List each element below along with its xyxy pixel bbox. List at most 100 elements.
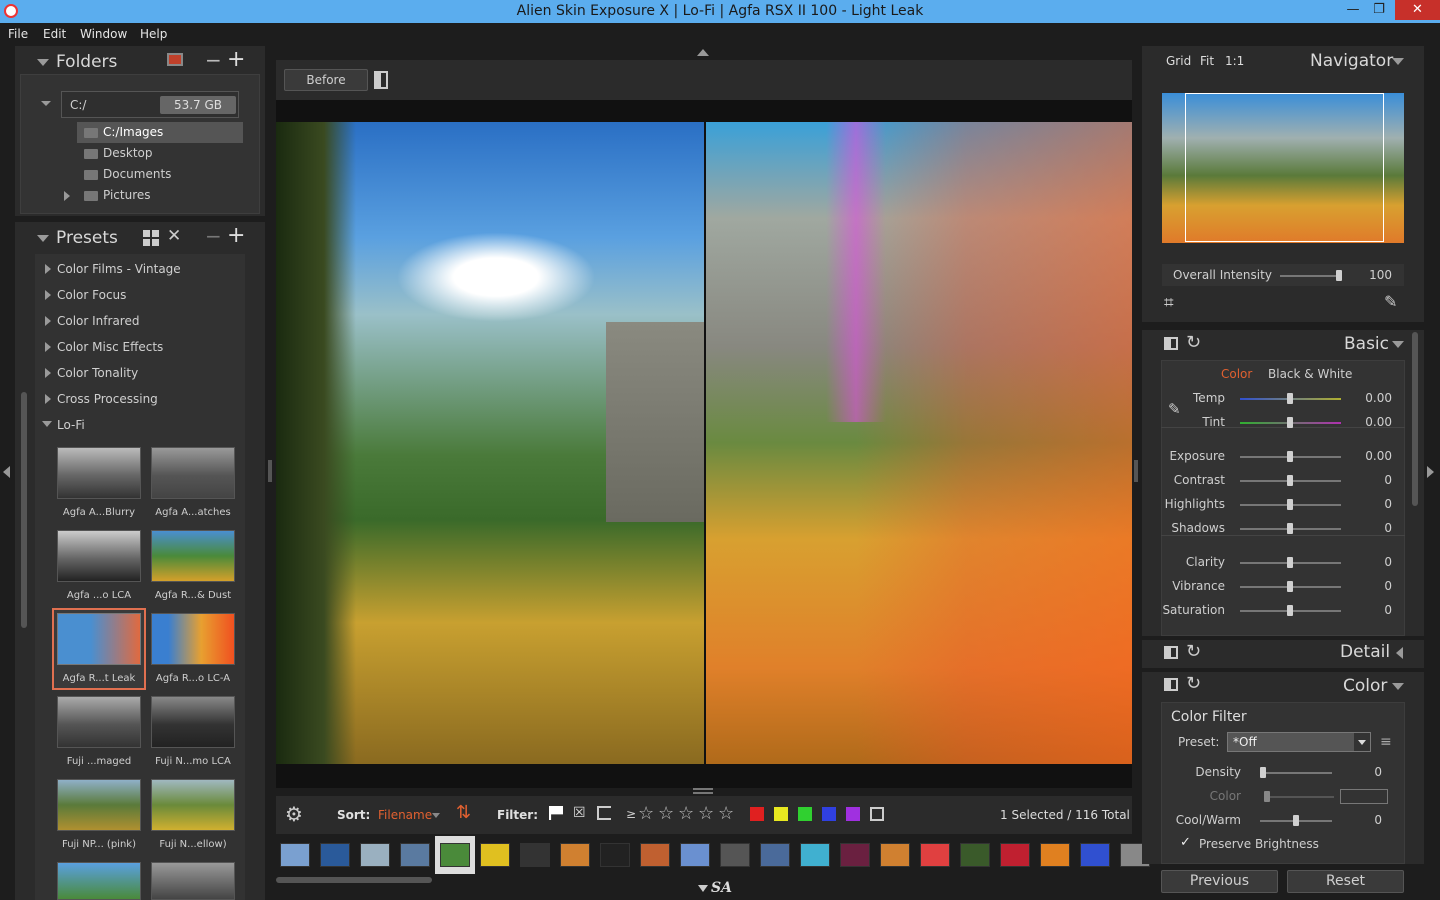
filmstrip-thumbnail[interactable] <box>360 843 390 867</box>
detail-panel-header[interactable]: ↻ Detail <box>1142 640 1424 668</box>
tab-color[interactable]: Color <box>1221 367 1252 381</box>
menu-edit[interactable]: Edit <box>43 27 66 41</box>
bottom-splitter-handle[interactable] <box>693 788 713 794</box>
collapse-folders-icon[interactable] <box>37 59 49 66</box>
collapse-presets-icon[interactable] <box>37 235 49 242</box>
right-panel-scrollbar[interactable] <box>1412 332 1418 506</box>
star-rating-icon[interactable]: ☆ <box>718 803 734 824</box>
open-folder-icon[interactable] <box>167 53 183 66</box>
rating-comparator[interactable]: ≥ <box>626 807 636 821</box>
flag-rejected-icon[interactable]: ☒ <box>573 805 586 821</box>
preset-thumbnail[interactable] <box>151 447 235 499</box>
density-slider[interactable] <box>1260 767 1332 778</box>
expand-icon[interactable] <box>45 368 51 378</box>
collapse-icon[interactable] <box>42 421 52 427</box>
preset-thumbnail[interactable] <box>151 779 235 831</box>
split-view-icon[interactable] <box>374 71 388 89</box>
grid-view-icon[interactable] <box>143 230 159 246</box>
filmstrip-thumbnail[interactable] <box>280 843 310 867</box>
collapse-bottom-icon[interactable] <box>698 885 708 892</box>
flag-unflagged-icon[interactable] <box>597 806 611 820</box>
filmstrip-thumbnail[interactable] <box>600 843 630 867</box>
preset-category[interactable]: Color Misc Effects <box>57 340 163 354</box>
preset-category[interactable]: Color Tonality <box>57 366 138 380</box>
maximize-button[interactable]: ❐ <box>1364 0 1394 20</box>
basic-row-slider[interactable] <box>1240 523 1341 534</box>
collapse-color-icon[interactable] <box>1392 683 1404 690</box>
menu-window[interactable]: Window <box>80 27 127 41</box>
menu-file[interactable]: File <box>8 27 28 41</box>
star-rating-icon[interactable]: ☆ <box>698 803 714 824</box>
folder-item-pictures[interactable]: Pictures <box>103 188 151 202</box>
nav-grid[interactable]: Grid <box>1166 54 1191 68</box>
expand-detail-icon[interactable] <box>1396 647 1403 659</box>
preset-category[interactable]: Color Focus <box>57 288 126 302</box>
preset-thumbnail[interactable] <box>57 447 141 499</box>
preset-thumbnail[interactable] <box>57 862 141 900</box>
color-label-red[interactable] <box>750 807 764 821</box>
filmstrip-thumbnail[interactable] <box>320 843 350 867</box>
star-rating-icon[interactable]: ☆ <box>658 803 674 824</box>
filmstrip-thumbnail[interactable] <box>920 843 950 867</box>
detail-toggle-icon[interactable] <box>1164 646 1178 659</box>
filmstrip-thumbnail[interactable] <box>440 843 470 867</box>
preset-category-lofi[interactable]: Lo-Fi <box>57 418 85 432</box>
brush-icon[interactable]: ✎ <box>1384 292 1397 311</box>
filmstrip-thumbnail[interactable] <box>1000 843 1030 867</box>
filmstrip-thumbnail[interactable] <box>760 843 790 867</box>
tab-black-white[interactable]: Black & White <box>1268 367 1352 381</box>
filmstrip-thumbnail[interactable] <box>560 843 590 867</box>
collapse-basic-icon[interactable] <box>1392 341 1404 348</box>
preset-category[interactable]: Color Infrared <box>57 314 139 328</box>
add-folder-button[interactable]: + <box>227 47 245 72</box>
nav-fit[interactable]: Fit <box>1200 54 1214 68</box>
remove-folder-button[interactable]: − <box>205 48 222 72</box>
folder-item-documents[interactable]: Documents <box>103 167 171 181</box>
filmstrip-thumbnail[interactable] <box>800 843 830 867</box>
previous-button[interactable]: Previous <box>1161 870 1278 893</box>
collapse-top-icon[interactable] <box>697 49 709 56</box>
collapse-right-panel-icon[interactable] <box>1427 466 1434 478</box>
preset-thumbnail[interactable] <box>151 696 235 748</box>
filmstrip-thumbnail[interactable] <box>1040 843 1070 867</box>
preset-thumbnail[interactable] <box>57 696 141 748</box>
basic-row-slider[interactable] <box>1240 417 1341 428</box>
add-preset-button[interactable]: + <box>227 223 245 248</box>
preset-category[interactable]: Cross Processing <box>57 392 158 406</box>
left-splitter-handle[interactable] <box>268 460 272 482</box>
color-preset-select[interactable]: *Off <box>1227 732 1371 752</box>
image-canvas[interactable] <box>276 100 1132 788</box>
remove-preset-button[interactable]: − <box>205 224 222 248</box>
filmstrip-thumbnail[interactable] <box>720 843 750 867</box>
sort-dropdown[interactable]: Filename <box>378 808 432 822</box>
expand-icon[interactable] <box>45 290 51 300</box>
star-rating-icon[interactable]: ☆ <box>678 803 694 824</box>
filmstrip-thumbnail[interactable] <box>520 843 550 867</box>
filmstrip-thumbnail[interactable] <box>880 843 910 867</box>
preset-thumbnail[interactable] <box>57 530 141 582</box>
menu-help[interactable]: Help <box>140 27 167 41</box>
nav-one-to-one[interactable]: 1:1 <box>1225 54 1244 68</box>
sort-dropdown-arrow-icon[interactable] <box>432 813 440 818</box>
collapse-all-icon[interactable]: ✕ <box>167 226 181 246</box>
basic-reset-icon[interactable]: ↻ <box>1186 332 1201 353</box>
right-splitter-handle[interactable] <box>1134 460 1138 482</box>
folder-item-desktop[interactable]: Desktop <box>103 146 153 160</box>
color-reset-icon[interactable]: ↻ <box>1186 673 1201 694</box>
flag-picked-icon[interactable] <box>549 806 563 820</box>
preset-thumbnail[interactable] <box>151 862 235 900</box>
reset-button[interactable]: Reset <box>1287 870 1404 893</box>
overall-intensity-slider[interactable] <box>1280 270 1342 281</box>
basic-row-slider[interactable] <box>1240 581 1341 592</box>
presets-scrollbar[interactable] <box>21 392 27 628</box>
color-label-yellow[interactable] <box>774 807 788 821</box>
basic-row-slider[interactable] <box>1240 557 1341 568</box>
close-button[interactable]: ✕ <box>1395 0 1440 20</box>
filmstrip-scrollbar[interactable] <box>276 877 432 883</box>
coolwarm-slider[interactable] <box>1260 815 1332 826</box>
expand-icon[interactable] <box>45 394 51 404</box>
before-button[interactable]: Before <box>284 69 368 91</box>
color-label-purple[interactable] <box>846 807 860 821</box>
star-rating-icon[interactable]: ☆ <box>638 803 654 824</box>
basic-row-slider[interactable] <box>1240 451 1341 462</box>
